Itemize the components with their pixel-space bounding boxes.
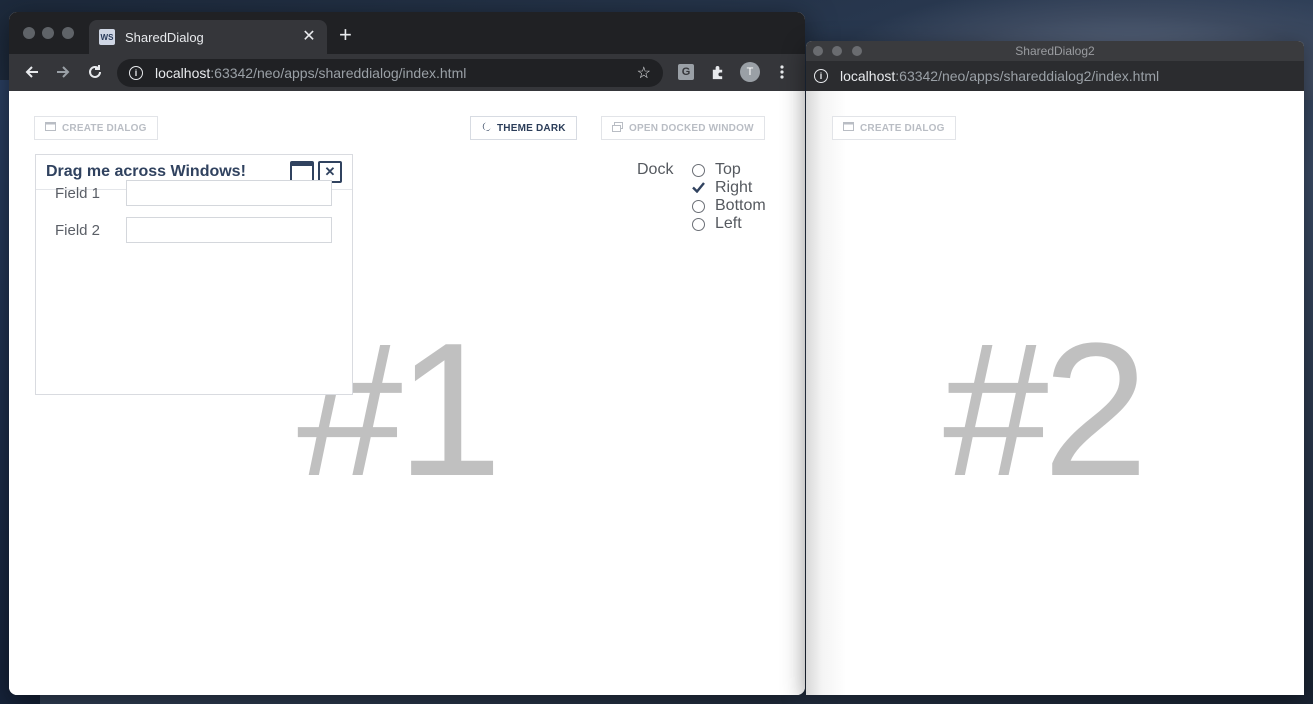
open-docked-window-button[interactable]: OPEN DOCKED WINDOW (601, 116, 765, 140)
favicon-icon: WS (99, 29, 115, 45)
kebab-menu-icon[interactable] (773, 63, 791, 81)
create-dialog-button[interactable]: CREATE DIALOG (832, 116, 956, 140)
page-content-1: #1 CREATE DIALOG THEME DARK OPEN DOCKED … (9, 91, 805, 695)
browser-window-2: SharedDialog2 i localhost:63342/neo/apps… (806, 41, 1304, 695)
reload-icon[interactable] (84, 61, 106, 83)
browser-toolbar: i localhost:63342/neo/apps/shareddialog/… (9, 54, 805, 91)
field-row-1: Field 1 (55, 180, 332, 206)
address-bar[interactable]: i localhost:63342/neo/apps/shareddialog/… (117, 59, 663, 87)
dock-option-label: Right (715, 179, 753, 196)
dock-option-label: Left (715, 215, 742, 232)
window-edge-shadow (806, 91, 846, 695)
zoom-window-button[interactable] (62, 27, 74, 39)
browser-window-1: WS SharedDialog ✕ + i localhost:63342/ne… (9, 12, 805, 695)
moon-icon (481, 122, 491, 135)
back-arrow-icon[interactable] (21, 61, 43, 83)
dock-option-bottom[interactable]: Bottom (692, 197, 766, 215)
dock-label: Dock (637, 161, 674, 178)
radio-button[interactable] (692, 163, 705, 177)
dock-option-left[interactable]: Left (692, 215, 742, 233)
dialog-title: Drag me across Windows! (46, 163, 246, 180)
field-1-label: Field 1 (55, 184, 101, 202)
field-1-input[interactable] (126, 180, 332, 206)
tab-close-icon[interactable]: ✕ (301, 29, 317, 45)
dock-option-label: Bottom (715, 197, 766, 214)
url-path: :63342/neo/apps/shareddialog2/index.html (895, 68, 1160, 84)
radio-button[interactable] (692, 217, 705, 231)
window-icon (843, 122, 854, 134)
url-path: :63342/neo/apps/shareddialog/index.html (210, 65, 467, 81)
forward-arrow-icon[interactable] (52, 61, 74, 83)
window-2-title: SharedDialog2 (1015, 44, 1095, 58)
dock-option-right[interactable]: Right (692, 179, 752, 197)
window-icon (45, 122, 56, 134)
avatar[interactable]: T (740, 62, 760, 82)
field-2-input[interactable] (126, 217, 332, 243)
address-bar[interactable]: i localhost:63342/neo/apps/shareddialog2… (806, 61, 1304, 91)
shared-dialog[interactable]: Drag me across Windows! ✕ Field 1 Field … (35, 154, 353, 395)
new-tab-button[interactable]: + (339, 24, 352, 46)
field-2-label: Field 2 (55, 221, 101, 239)
close-window-button[interactable] (23, 27, 35, 39)
theme-dark-label: THEME DARK (497, 122, 566, 134)
window-icon (612, 121, 623, 135)
theme-dark-button[interactable]: THEME DARK (470, 116, 577, 140)
dock-option-top[interactable]: Top (692, 161, 741, 179)
url-host: localhost (155, 65, 211, 81)
bookmark-star-icon[interactable]: ☆ (637, 63, 651, 83)
create-dialog-label: CREATE DIALOG (860, 122, 945, 134)
puzzle-icon[interactable] (708, 63, 726, 81)
create-dialog-label: CREATE DIALOG (62, 122, 147, 134)
info-icon[interactable]: i (129, 66, 143, 80)
dock-option-label: Top (715, 161, 741, 178)
field-row-2: Field 2 (55, 217, 332, 243)
tab-strip: WS SharedDialog ✕ + (9, 12, 805, 54)
tab-title: SharedDialog (125, 29, 204, 45)
extension-g-icon[interactable]: G (678, 64, 694, 80)
open-docked-window-label: OPEN DOCKED WINDOW (629, 122, 754, 134)
window-number-watermark: #2 (943, 304, 1148, 516)
page-content-2: #2 CREATE DIALOG (806, 91, 1304, 695)
minimize-window-button[interactable] (42, 27, 54, 39)
radio-button[interactable] (692, 199, 705, 213)
url-host: localhost (840, 68, 896, 84)
window-2-titlebar[interactable]: SharedDialog2 (806, 41, 1304, 61)
check-icon[interactable] (692, 181, 705, 195)
tab-shareddialog[interactable]: WS SharedDialog ✕ (89, 20, 327, 54)
info-icon[interactable]: i (814, 69, 828, 83)
create-dialog-button[interactable]: CREATE DIALOG (34, 116, 158, 140)
